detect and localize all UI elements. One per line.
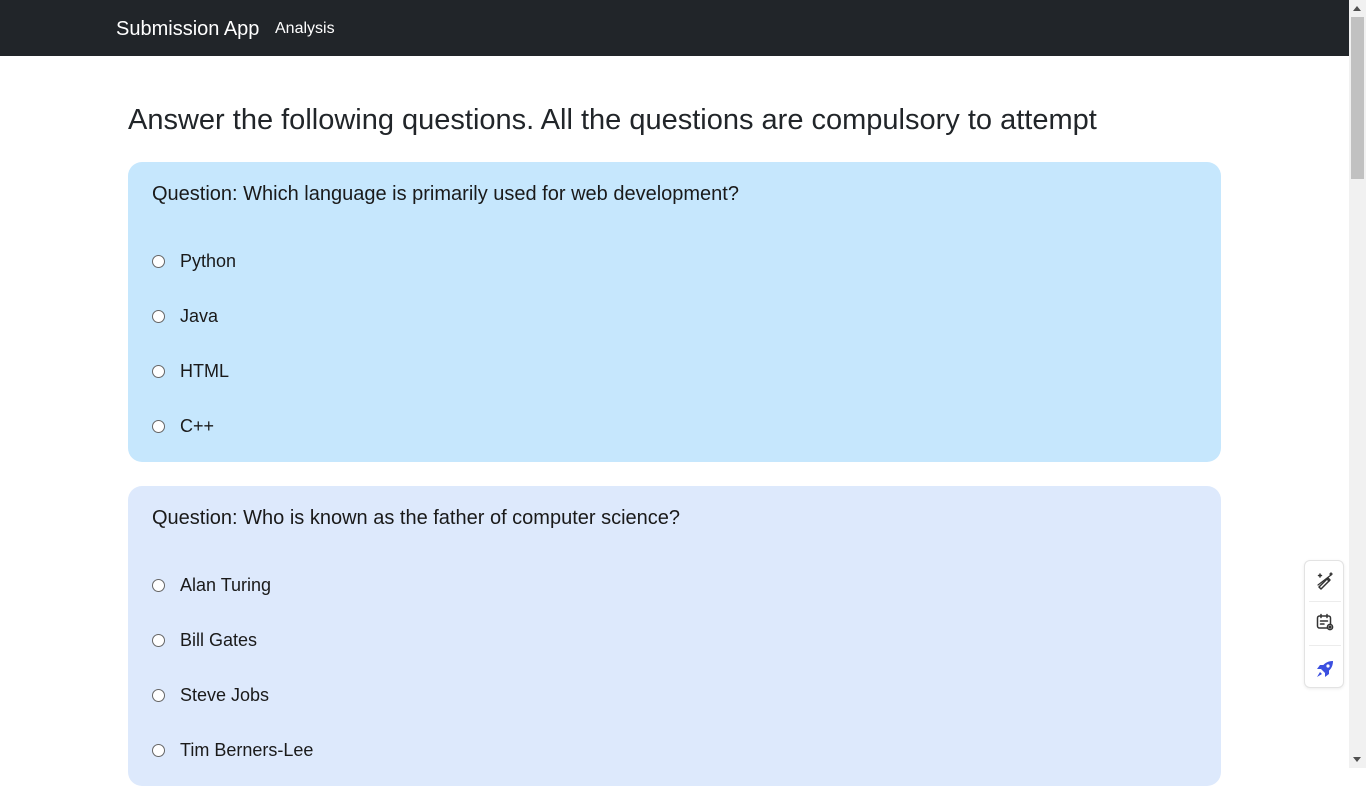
- option-label: HTML: [180, 361, 229, 381]
- option-label: Steve Jobs: [180, 685, 270, 705]
- option-cpp[interactable]: C++: [152, 414, 214, 438]
- option-tim-berners-lee[interactable]: Tim Berners-Lee: [152, 738, 313, 762]
- option-bill-gates[interactable]: Bill Gates: [152, 628, 257, 652]
- question-text: Question: Which language is primarily us…: [152, 183, 739, 205]
- option-label: C++: [180, 416, 215, 436]
- radio-button[interactable]: [152, 254, 165, 268]
- magic-pen-icon[interactable]: [1305, 561, 1345, 601]
- scroll-up-arrow-icon[interactable]: [1353, 6, 1361, 11]
- floating-toolbar: [1304, 560, 1344, 688]
- option-label: Java: [180, 306, 219, 326]
- top-navbar: Submission App Analysis: [0, 0, 1349, 56]
- radio-button[interactable]: [152, 633, 165, 647]
- option-html[interactable]: HTML: [152, 359, 229, 383]
- nav-link-analysis[interactable]: Analysis: [275, 18, 335, 40]
- option-alan-turing[interactable]: Alan Turing: [152, 573, 271, 597]
- option-label: Alan Turing: [180, 575, 272, 595]
- option-label: Bill Gates: [180, 630, 258, 650]
- question-card-2: Question: Who is known as the father of …: [128, 486, 1221, 786]
- question-card-1: Question: Which language is primarily us…: [128, 162, 1221, 462]
- calendar-settings-icon[interactable]: [1305, 602, 1345, 642]
- radio-button[interactable]: [152, 578, 165, 592]
- option-steve-jobs[interactable]: Steve Jobs: [152, 683, 269, 707]
- option-label: Tim Berners-Lee: [180, 740, 314, 760]
- brand-link[interactable]: Submission App: [116, 16, 259, 42]
- question-text: Question: Who is known as the father of …: [152, 507, 681, 529]
- radio-button[interactable]: [152, 419, 165, 433]
- option-label: Python: [180, 251, 237, 271]
- page-heading: Answer the following questions. All the …: [128, 104, 1097, 136]
- radio-button[interactable]: [152, 364, 165, 378]
- vertical-scrollbar[interactable]: [1349, 0, 1366, 768]
- radio-button[interactable]: [152, 743, 165, 757]
- radio-button[interactable]: [152, 688, 165, 702]
- scrollbar-thumb[interactable]: [1351, 17, 1364, 179]
- option-java[interactable]: Java: [152, 304, 218, 328]
- option-python[interactable]: Python: [152, 249, 236, 273]
- radio-button[interactable]: [152, 309, 165, 323]
- scroll-down-arrow-icon[interactable]: [1353, 757, 1361, 762]
- rocket-icon[interactable]: [1305, 649, 1345, 689]
